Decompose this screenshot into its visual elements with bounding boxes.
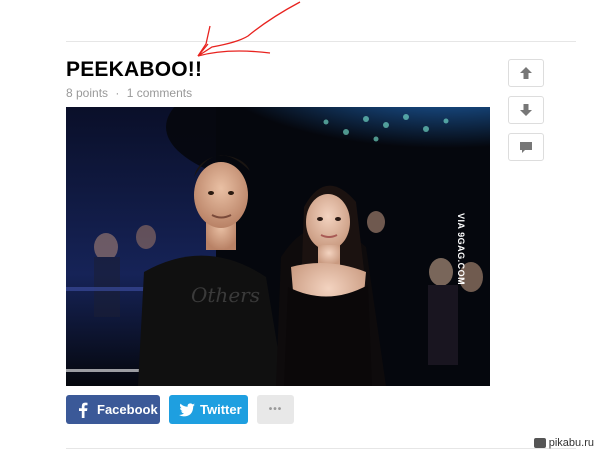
top-divider	[66, 41, 576, 42]
facebook-share-button[interactable]: Facebook	[66, 395, 160, 424]
post-title[interactable]: PEEKABOO!!	[66, 58, 202, 82]
more-dots-icon: •••	[268, 404, 283, 415]
comment-button[interactable]	[508, 133, 544, 161]
downvote-button[interactable]	[508, 96, 544, 124]
arrow-down-icon	[520, 104, 532, 116]
site-logo-text: pikabu.ru	[548, 437, 594, 449]
comments-link[interactable]: 1 comments	[127, 86, 192, 100]
twitter-icon	[174, 402, 198, 417]
twitter-share-label: Twitter	[200, 402, 242, 417]
svg-text:Others: Others	[191, 283, 260, 307]
upvote-button[interactable]	[508, 59, 544, 87]
more-share-button[interactable]: •••	[257, 395, 294, 424]
post-image[interactable]: Others	[66, 107, 490, 386]
pikabu-logo-icon	[533, 438, 546, 448]
bottom-divider	[66, 448, 576, 449]
site-logo: pikabu.ru	[533, 437, 594, 449]
facebook-icon	[71, 402, 95, 418]
club-photo: Others	[66, 107, 490, 386]
comment-icon	[520, 142, 532, 153]
post-page: PEEKABOO!! 8 points · 1 comments Others …	[0, 0, 600, 455]
post-meta: 8 points · 1 comments	[66, 86, 192, 100]
points-link[interactable]: 8 points	[66, 86, 108, 100]
red-arrow-annotation	[197, 1, 301, 57]
facebook-share-label: Facebook	[97, 402, 158, 417]
arrow-up-icon	[520, 67, 532, 79]
image-watermark: VIA 9GAG.COM	[456, 213, 466, 286]
meta-separator: ·	[115, 86, 120, 100]
twitter-share-button[interactable]: Twitter	[169, 395, 248, 424]
